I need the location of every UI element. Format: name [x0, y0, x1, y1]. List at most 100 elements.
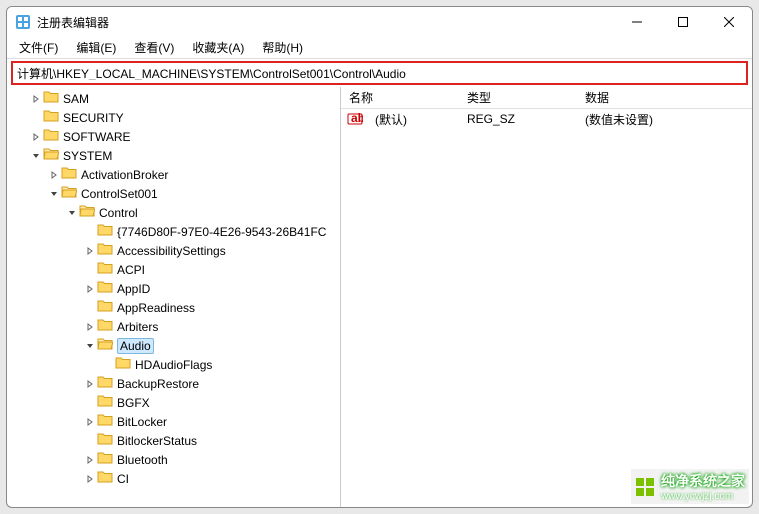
chevron-right-icon[interactable]	[83, 380, 97, 388]
content-area: SAM SECURITY SOFTWARE SYSTEM ActivationBrok…	[7, 87, 752, 507]
tree-node[interactable]: CI	[7, 469, 340, 488]
chevron-right-icon[interactable]	[83, 285, 97, 293]
chevron-right-icon[interactable]	[83, 247, 97, 255]
menu-view[interactable]: 查看(V)	[126, 37, 182, 58]
minimize-icon	[632, 17, 642, 27]
folder-icon	[97, 375, 117, 392]
tree-node-label: AccessibilitySettings	[117, 244, 226, 258]
tree-node[interactable]: Audio	[7, 336, 340, 355]
tree-node-label: SAM	[63, 92, 89, 106]
app-icon	[15, 14, 31, 30]
chevron-right-icon[interactable]	[83, 323, 97, 331]
chevron-right-icon[interactable]	[83, 418, 97, 426]
folder-icon	[43, 109, 63, 126]
tree-node[interactable]: BackupRestore	[7, 374, 340, 393]
col-data[interactable]: 数据	[577, 89, 752, 106]
folder-icon	[61, 166, 81, 183]
folder-icon	[97, 280, 117, 297]
tree-node-label: ControlSet001	[81, 187, 158, 201]
tree-node[interactable]: SYSTEM	[7, 146, 340, 165]
tree-node-label: Arbiters	[117, 320, 158, 334]
menu-file[interactable]: 文件(F)	[11, 37, 66, 58]
tree-node[interactable]: AccessibilitySettings	[7, 241, 340, 260]
menu-edit[interactable]: 编辑(E)	[68, 37, 124, 58]
tree-node-label: SOFTWARE	[63, 130, 131, 144]
tree-node-label: Bluetooth	[117, 453, 168, 467]
chevron-right-icon[interactable]	[47, 171, 61, 179]
tree-node[interactable]: SAM	[7, 89, 340, 108]
folder-icon	[97, 223, 117, 240]
tree-node[interactable]: SECURITY	[7, 108, 340, 127]
tree-node[interactable]: SOFTWARE	[7, 127, 340, 146]
tree-node-label: AppID	[117, 282, 150, 296]
minimize-button[interactable]	[614, 7, 660, 37]
menu-help[interactable]: 帮助(H)	[254, 37, 311, 58]
list-header: 名称 类型 数据	[341, 87, 752, 109]
tree-node-label: BitLocker	[117, 415, 167, 429]
folder-icon	[97, 413, 117, 430]
window-title: 注册表编辑器	[37, 14, 614, 31]
folder-icon	[115, 356, 135, 373]
col-name[interactable]: 名称	[341, 89, 459, 106]
maximize-icon	[678, 17, 688, 27]
tree-node[interactable]: Control	[7, 203, 340, 222]
tree-node[interactable]: ACPI	[7, 260, 340, 279]
chevron-right-icon[interactable]	[83, 456, 97, 464]
tree-node[interactable]: BitLocker	[7, 412, 340, 431]
tree-node[interactable]: BGFX	[7, 393, 340, 412]
folder-icon	[79, 204, 99, 221]
folder-icon	[97, 432, 117, 449]
tree-node-label: BGFX	[117, 396, 150, 410]
tree-node-label: SECURITY	[63, 111, 124, 125]
tree-node[interactable]: ActivationBroker	[7, 165, 340, 184]
chevron-down-icon[interactable]	[47, 190, 61, 198]
close-icon	[724, 17, 734, 27]
tree-node-label: BitlockerStatus	[117, 434, 197, 448]
tree-node-label: HDAudioFlags	[135, 358, 212, 372]
tree-node[interactable]: AppID	[7, 279, 340, 298]
menu-favorites[interactable]: 收藏夹(A)	[184, 37, 252, 58]
address-input[interactable]	[17, 66, 742, 80]
chevron-right-icon[interactable]	[29, 95, 43, 103]
chevron-right-icon[interactable]	[29, 133, 43, 141]
list-row[interactable]: ab (默认) REG_SZ (数值未设置)	[341, 109, 752, 129]
tree-node[interactable]: BitlockerStatus	[7, 431, 340, 450]
folder-icon	[43, 147, 63, 164]
chevron-down-icon[interactable]	[83, 342, 97, 350]
watermark: 纯净系统之家 www.ycwjzj.com	[631, 469, 749, 504]
tree-node[interactable]: HDAudioFlags	[7, 355, 340, 374]
chevron-down-icon[interactable]	[29, 152, 43, 160]
folder-icon	[97, 451, 117, 468]
col-type[interactable]: 类型	[459, 89, 577, 106]
folder-icon	[97, 261, 117, 278]
tree-node[interactable]: Arbiters	[7, 317, 340, 336]
svg-text:ab: ab	[351, 111, 363, 125]
folder-icon	[97, 299, 117, 316]
folder-icon	[97, 242, 117, 259]
tree-node-label: SYSTEM	[63, 149, 112, 163]
tree-node[interactable]: AppReadiness	[7, 298, 340, 317]
watermark-brand: 纯净系统之家	[661, 471, 745, 491]
value-data: (数值未设置)	[577, 111, 752, 128]
tree-node-label: AppReadiness	[117, 301, 195, 315]
chevron-right-icon[interactable]	[83, 475, 97, 483]
folder-icon	[43, 90, 63, 107]
folder-icon	[61, 185, 81, 202]
value-name: (默认)	[367, 111, 459, 128]
close-button[interactable]	[706, 7, 752, 37]
tree-node[interactable]: ControlSet001	[7, 184, 340, 203]
tree-node[interactable]: Bluetooth	[7, 450, 340, 469]
menu-bar: 文件(F) 编辑(E) 查看(V) 收藏夹(A) 帮助(H)	[7, 37, 752, 59]
window-buttons	[614, 7, 752, 37]
tree-node[interactable]: {7746D80F-97E0-4E26-9543-26B41FC	[7, 222, 340, 241]
tree-node-label: ActivationBroker	[81, 168, 168, 182]
chevron-down-icon[interactable]	[65, 209, 79, 217]
maximize-button[interactable]	[660, 7, 706, 37]
tree-node-label: CI	[117, 472, 129, 486]
tree-view[interactable]: SAM SECURITY SOFTWARE SYSTEM ActivationBrok…	[7, 87, 341, 507]
folder-icon	[97, 394, 117, 411]
value-type: REG_SZ	[459, 112, 577, 126]
folder-icon	[97, 470, 117, 487]
folder-icon	[97, 337, 117, 354]
watermark-logo-icon	[635, 477, 655, 497]
